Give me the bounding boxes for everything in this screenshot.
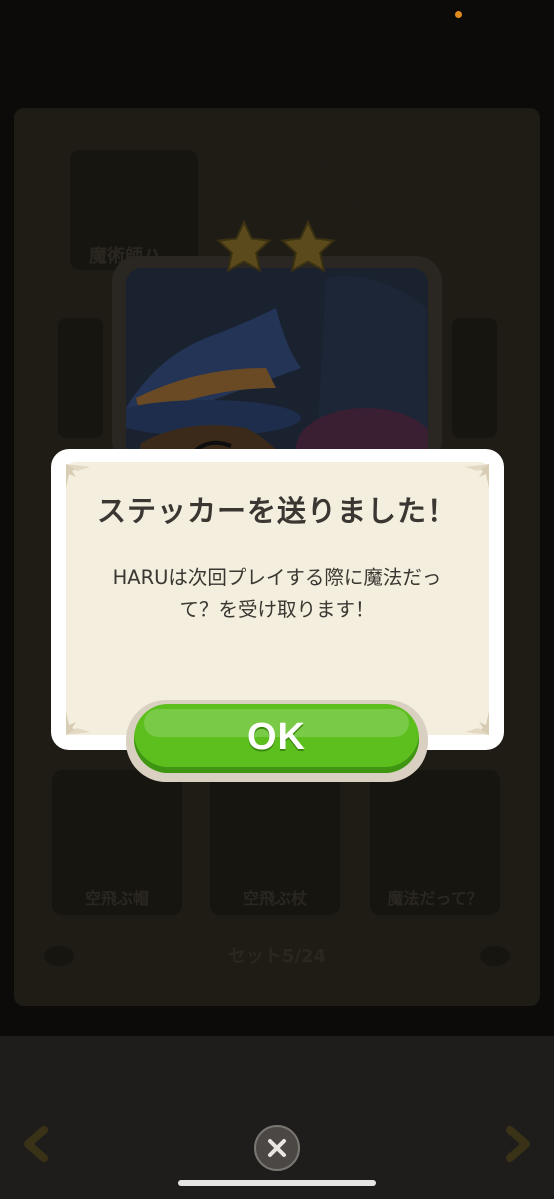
bg-sticker-label: 魔法だって？ [387,889,483,908]
ok-button-label: OK [247,716,306,758]
bg-sticker-card-left [58,318,103,438]
previous-arrow-icon[interactable] [18,1124,52,1164]
set-counter: セット5/24 [227,946,327,967]
corner-ornament-icon [462,461,492,491]
star-icon [214,218,274,278]
album-header [0,58,554,98]
next-arrow-icon[interactable] [502,1124,536,1164]
corner-ornament-icon [462,708,492,738]
bg-sticker-card: 空飛ぶ杖 [210,770,340,915]
sticker-illustration [126,268,428,466]
dialog-title: ステッカーを送りました！ [96,494,457,528]
close-button[interactable] [254,1125,300,1171]
ok-button[interactable]: OK [134,704,419,773]
bg-page-dot [480,946,510,966]
bg-sticker-card: 空飛ぶ帽 [52,770,182,915]
bg-sticker-card: 魔法だって？ [370,770,500,915]
bg-sticker-label: 空飛ぶ帽 [84,889,149,908]
bg-sticker-card: 魔術師ハ… [70,150,198,270]
bg-sticker-card-right [452,318,497,438]
bg-sticker-label: 空飛ぶ杖 [242,889,307,908]
sticker-card [112,256,442,466]
dialog-message: HARUは次回プレイする際に魔法だっ て？を受け取ります！ [112,566,442,621]
home-indicator[interactable] [178,1180,376,1186]
close-icon [268,1139,286,1157]
checkmark-icon [305,140,415,210]
bottom-bar [0,1036,554,1199]
status-dot [455,11,462,18]
corner-ornament-icon [63,708,93,738]
corner-ornament-icon [63,461,93,491]
star-icon [278,218,338,278]
bg-page-dot [44,946,74,966]
